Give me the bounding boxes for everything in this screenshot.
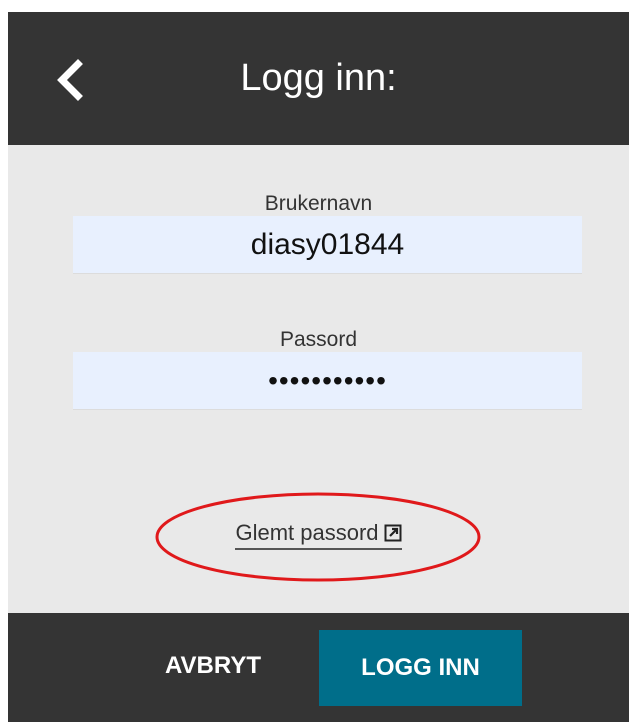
cancel-button[interactable]: AVBRYT	[138, 630, 288, 702]
login-button[interactable]: LOGG INN	[319, 630, 522, 706]
forgot-password-link[interactable]: Glemt passord	[235, 520, 402, 550]
username-label: Brukernavn	[264, 192, 373, 215]
forgot-password-container: Glemt passord	[8, 520, 629, 550]
dialog-footer: AVBRYT LOGG INN	[8, 613, 629, 722]
password-label: Passord	[279, 328, 358, 351]
username-input[interactable]	[73, 216, 582, 274]
forgot-password-label: Glemt passord	[235, 520, 379, 545]
external-link-icon	[384, 524, 402, 542]
chevron-left-icon	[57, 59, 83, 101]
login-dialog: Logg inn: Brukernavn Passord Glemt passo…	[8, 12, 629, 722]
dialog-header: Logg inn:	[8, 12, 629, 145]
password-input[interactable]	[73, 352, 582, 410]
back-button[interactable]	[48, 56, 92, 104]
dialog-title: Logg inn:	[240, 57, 397, 99]
